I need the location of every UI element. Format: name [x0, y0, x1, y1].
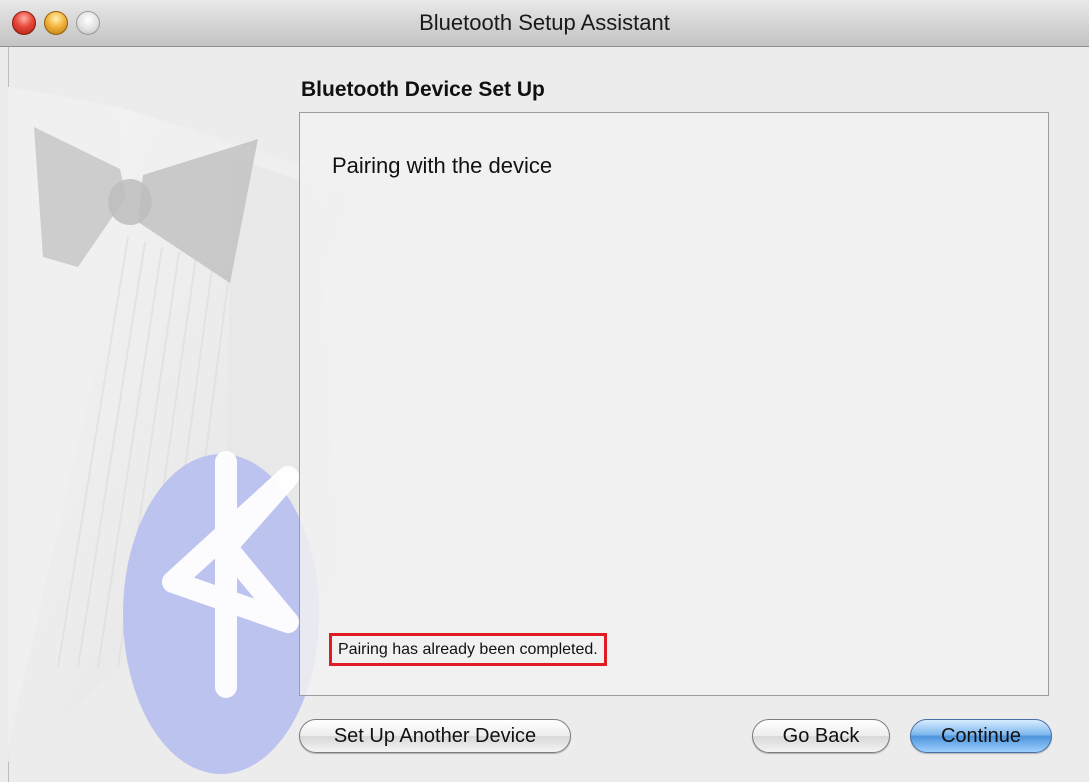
bluetooth-setup-window: Bluetooth Setup Assistant Bluetooth Devi… — [0, 0, 1089, 782]
continue-button[interactable]: Continue — [910, 719, 1052, 753]
pairing-status-text: Pairing has already been completed. — [338, 641, 598, 658]
section-title: Bluetooth Device Set Up — [301, 78, 545, 101]
pairing-heading: Pairing with the device — [332, 153, 553, 178]
title-bar: Bluetooth Setup Assistant — [0, 0, 1089, 47]
window-title: Bluetooth Setup Assistant — [419, 10, 670, 35]
pairing-status-highlight: Pairing has already been completed. — [329, 633, 607, 666]
set-up-another-device-button[interactable]: Set Up Another Device — [299, 719, 571, 753]
go-back-button[interactable]: Go Back — [752, 719, 890, 753]
pairing-panel: Pairing with the device Pairing has alre… — [299, 112, 1049, 696]
